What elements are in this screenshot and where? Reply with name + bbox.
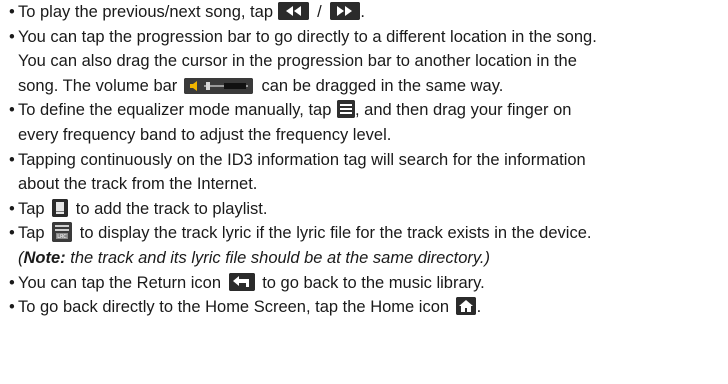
bullet: • — [9, 27, 15, 46]
bullet: • — [9, 199, 15, 218]
list-item: • Tapping continuously on the ID3 inform… — [0, 148, 728, 173]
add-to-playlist-icon — [52, 198, 69, 217]
list-item-continuation: every frequency band to adjust the frequ… — [0, 123, 728, 148]
item-text: To go back directly to the Home Screen, … — [18, 298, 454, 317]
item-text: can be dragged in the same way. — [256, 76, 504, 95]
instruction-list: • To play the previous/next song, tap / … — [0, 0, 728, 320]
volume-bar-icon — [183, 77, 253, 94]
equalizer-icon — [336, 100, 355, 119]
item-text: to add the track to playlist. — [71, 199, 268, 218]
bullet: • — [9, 101, 15, 120]
list-item: • Tap to add the track to playlist. — [0, 197, 728, 222]
document-page: • To play the previous/next song, tap / … — [0, 0, 728, 384]
next-icon — [330, 2, 361, 20]
item-text: , and then drag your finger on — [354, 101, 572, 120]
list-item: • To go back directly to the Home Screen… — [0, 295, 728, 320]
item-text: to go back to the music library. — [257, 273, 485, 292]
list-item-continuation: (Note: the track and its lyric file shou… — [0, 246, 728, 271]
item-text: Tap — [18, 224, 50, 243]
list-item-continuation: about the track from the Internet. — [0, 172, 728, 197]
item-text: You can tap the Return icon — [18, 273, 226, 292]
item-text: . — [360, 3, 365, 21]
note-body: the track and its lyric file should be a… — [65, 248, 490, 267]
list-item: • You can tap the progression bar to go … — [0, 25, 728, 50]
bullet: • — [9, 3, 15, 21]
note-text: (Note: the track and its lyric file shou… — [18, 249, 490, 267]
item-text: every frequency band to adjust the frequ… — [18, 125, 392, 144]
list-item: • To play the previous/next song, tap / … — [0, 0, 728, 25]
home-icon — [455, 297, 476, 316]
item-text: You can also drag the cursor in the prog… — [18, 52, 577, 71]
list-item: • You can tap the Return icon to go back… — [0, 271, 728, 296]
list-item-continuation: song. The volume bar can be dragged in t… — [0, 74, 728, 99]
lyrics-icon: LRC — [52, 222, 73, 243]
list-item: • To define the equalizer mode manually,… — [0, 98, 728, 123]
item-text: about the track from the Internet. — [18, 175, 258, 194]
bullet: • — [9, 150, 15, 169]
item-text: . — [476, 298, 482, 317]
item-text: to display the track lyric if the lyric … — [75, 224, 592, 243]
bullet: • — [9, 224, 15, 243]
list-item: • Tap LRC to display the track lyric if … — [0, 221, 728, 246]
svg-text:LRC: LRC — [57, 234, 67, 240]
prev-icon — [277, 2, 309, 20]
item-text: To define the equalizer mode manually, t… — [18, 101, 336, 120]
item-text: song. The volume bar — [18, 76, 182, 95]
bullet: • — [9, 273, 15, 292]
item-text: Tapping continuously on the ID3 informat… — [18, 150, 586, 169]
bullet: • — [9, 298, 15, 317]
note-label: Note: — [23, 248, 66, 267]
list-item-continuation: You can also drag the cursor in the prog… — [0, 49, 728, 74]
item-text: Tap — [18, 199, 50, 218]
separator-text: / — [312, 3, 327, 21]
return-icon — [228, 272, 255, 291]
item-text: To play the previous/next song, tap — [18, 3, 278, 21]
item-text: You can tap the progression bar to go di… — [18, 27, 597, 46]
